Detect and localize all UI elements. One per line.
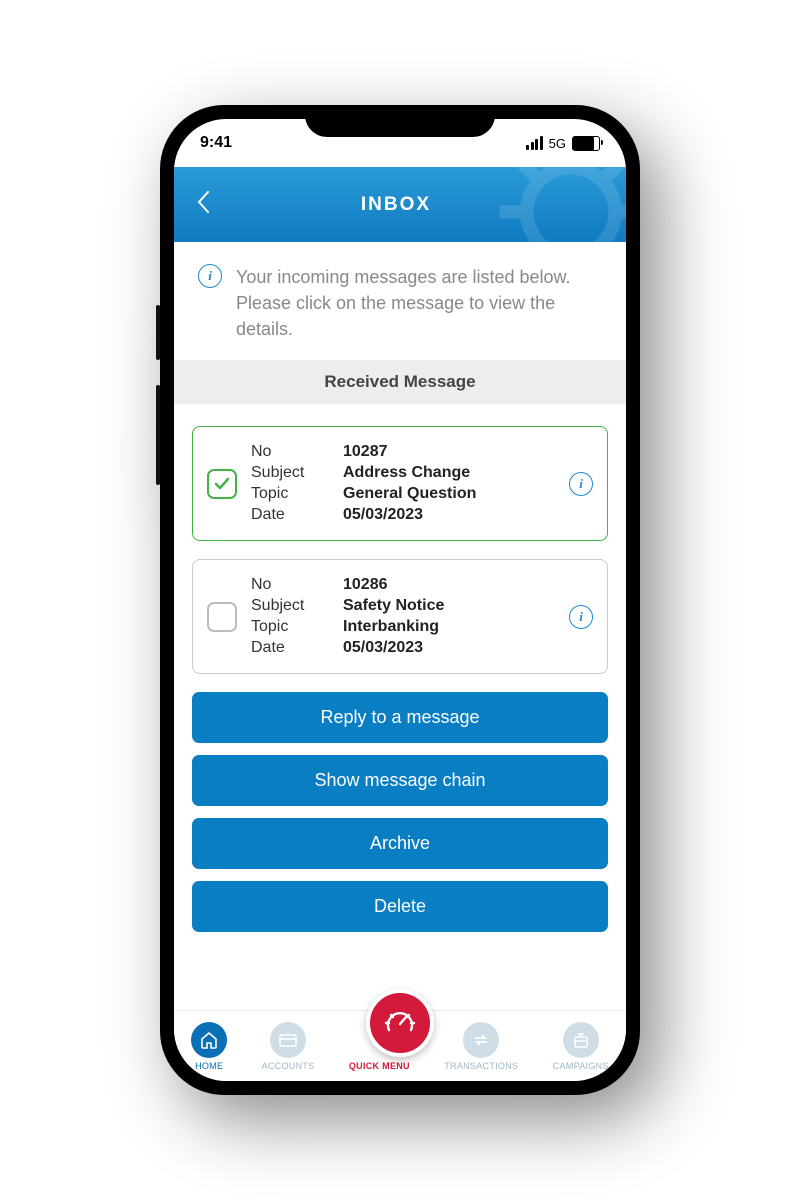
check-icon <box>214 477 230 491</box>
nav-transactions[interactable]: TRANSACTIONS <box>444 1022 518 1071</box>
value-topic: Interbanking <box>343 618 555 636</box>
gear-decor-icon <box>486 167 626 242</box>
label-no: No <box>251 443 333 461</box>
transactions-icon <box>463 1022 499 1058</box>
screen: 9:41 5G INBOX i Your incoming messages a… <box>174 119 626 1081</box>
label-subject: Subject <box>251 464 333 482</box>
nav-label: TRANSACTIONS <box>444 1061 518 1071</box>
nav-campaigns[interactable]: CAMPAIGNS <box>553 1022 609 1071</box>
label-subject: Subject <box>251 597 333 615</box>
campaigns-icon <box>563 1022 599 1058</box>
label-topic: Topic <box>251 485 333 503</box>
nav-label: HOME <box>195 1061 223 1071</box>
bottom-nav: HOME ACCOUNTS QUICK MENU TRANSACTIONS <box>174 1010 626 1081</box>
value-topic: General Question <box>343 485 555 503</box>
message-list: No 10287 Subject Address Change Topic Ge… <box>174 404 626 688</box>
section-header: Received Message <box>174 360 626 404</box>
label-no: No <box>251 576 333 594</box>
chain-button[interactable]: Show message chain <box>192 755 608 806</box>
message-card[interactable]: No 10287 Subject Address Change Topic Ge… <box>192 426 608 541</box>
value-date: 05/03/2023 <box>343 506 555 524</box>
status-time: 9:41 <box>200 134 232 152</box>
message-checkbox[interactable] <box>207 602 237 632</box>
notch <box>305 105 495 137</box>
value-no: 10286 <box>343 576 555 594</box>
value-subject: Safety Notice <box>343 597 555 615</box>
archive-button[interactable]: Archive <box>192 818 608 869</box>
message-checkbox[interactable] <box>207 469 237 499</box>
value-no: 10287 <box>343 443 555 461</box>
quick-menu-button[interactable] <box>366 989 434 1057</box>
label-date: Date <box>251 639 333 657</box>
accounts-icon <box>270 1022 306 1058</box>
label-date: Date <box>251 506 333 524</box>
nav-label: QUICK MENU <box>349 1061 410 1071</box>
info-icon: i <box>198 264 222 342</box>
home-icon <box>191 1022 227 1058</box>
nav-label: CAMPAIGNS <box>553 1061 609 1071</box>
speedometer-icon <box>383 1006 417 1040</box>
delete-button[interactable]: Delete <box>192 881 608 932</box>
message-fields: No 10286 Subject Safety Notice Topic Int… <box>251 576 555 657</box>
message-info-button[interactable]: i <box>569 605 593 629</box>
value-date: 05/03/2023 <box>343 639 555 657</box>
action-buttons: Reply to a message Show message chain Ar… <box>174 688 626 942</box>
phone-frame: 9:41 5G INBOX i Your incoming messages a… <box>160 105 640 1095</box>
nav-label: ACCOUNTS <box>262 1061 315 1071</box>
message-fields: No 10287 Subject Address Change Topic Ge… <box>251 443 555 524</box>
app-header: INBOX <box>174 167 626 242</box>
value-subject: Address Change <box>343 464 555 482</box>
nav-home[interactable]: HOME <box>191 1022 227 1071</box>
message-info-button[interactable]: i <box>569 472 593 496</box>
nav-accounts[interactable]: ACCOUNTS <box>262 1022 315 1071</box>
label-topic: Topic <box>251 618 333 636</box>
reply-button[interactable]: Reply to a message <box>192 692 608 743</box>
message-card[interactable]: No 10286 Subject Safety Notice Topic Int… <box>192 559 608 674</box>
